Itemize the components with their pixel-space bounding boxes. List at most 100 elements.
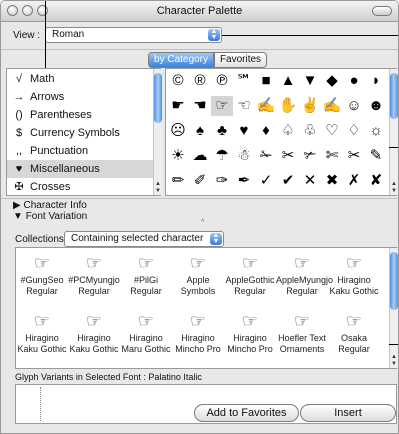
glyph-cell[interactable]: ☃ xyxy=(233,146,255,166)
category-item-crosses[interactable]: ✠ Crosses xyxy=(7,178,153,196)
glyph-cell[interactable]: ▲ xyxy=(277,71,299,91)
glyph-cell[interactable]: ✗ xyxy=(343,171,365,191)
scroll-thumb[interactable] xyxy=(154,73,162,123)
glyph-cell[interactable]: ✍ xyxy=(255,96,277,116)
glyph-cell[interactable]: ☛ xyxy=(167,96,189,116)
font-variation-grid: ☞ Osaka Regular ☞ Hoefler Text Ornaments ☞ Hi… xyxy=(15,247,398,369)
category-item-currency[interactable]: $ Currency Symbols xyxy=(7,124,153,142)
category-item-math[interactable]: √ Math xyxy=(7,70,153,88)
glyph-cell[interactable]: ◗ xyxy=(365,71,387,91)
glyph-cell[interactable]: ✍ xyxy=(321,96,343,116)
tab-by-category[interactable]: by Category xyxy=(148,52,214,68)
font-variant-cell[interactable]: ☞ #PilGi Regular xyxy=(120,251,172,307)
view-popup[interactable]: Roman ▲ ▼ xyxy=(45,27,222,43)
character-info-disclosure[interactable]: ▶ Character Info xyxy=(13,200,87,211)
add-to-favorites-button[interactable]: Add to Favorites xyxy=(194,404,299,422)
glyph-cell[interactable]: ♡ xyxy=(321,121,343,141)
pointing-hand-icon: ☞ xyxy=(293,311,311,331)
font-scrollbar[interactable]: ▲ ▼ xyxy=(389,248,398,368)
glyph-cell[interactable]: ☞ xyxy=(211,96,233,116)
glyph-cell[interactable]: ✁ xyxy=(255,146,277,166)
scroll-thumb[interactable] xyxy=(390,252,398,310)
glyph-cell[interactable]: ✔ xyxy=(277,171,299,191)
glyph-variants-label: Glyph Variants in Selected Font : Palati… xyxy=(15,372,202,382)
glyph-cell[interactable]: ✃ xyxy=(299,146,321,166)
scroll-arrows-icon[interactable]: ▲ ▼ xyxy=(154,181,162,195)
glyph-cell[interactable]: ☀ xyxy=(167,146,189,166)
scroll-arrows-icon[interactable]: ▲ ▼ xyxy=(390,354,398,368)
glyph-cell[interactable]: ☁ xyxy=(189,146,211,166)
font-variant-cell[interactable]: ☞ Hiragino Kaku Gothic xyxy=(16,309,68,365)
toolbar-toggle-button[interactable] xyxy=(372,6,392,16)
glyph-cell[interactable]: ● xyxy=(343,71,365,91)
disclosure-right-icon: ▶ xyxy=(13,200,21,211)
glyph-cell[interactable]: ℗ xyxy=(211,71,233,91)
pointing-hand-icon: ☞ xyxy=(241,253,259,273)
font-variant-cell[interactable]: ☞ Osaka Regular xyxy=(328,309,380,365)
glyph-cell[interactable]: ✏ xyxy=(167,171,189,191)
glyph-cell[interactable]: ✐ xyxy=(189,171,211,191)
glyph-cell[interactable]: ✎ xyxy=(365,146,387,166)
font-variant-cell[interactable]: ☞ Hiragino Kaku Gothic xyxy=(328,251,380,307)
font-variant-cell[interactable]: ☞ #PCMyungjo Regular xyxy=(68,251,120,307)
disclosure-down-icon: ▼ xyxy=(13,211,23,222)
glyph-cell[interactable]: ✂ xyxy=(343,146,365,166)
tab-favorites[interactable]: Favorites xyxy=(214,52,267,68)
font-variant-cell[interactable]: ☞ Hiragino Mincho Pro xyxy=(224,309,276,365)
font-variant-cell[interactable]: ☞ AppleGothic Regular xyxy=(224,251,276,307)
category-item-punctuation[interactable]: ,, Punctuation xyxy=(7,142,153,160)
category-item-parentheses[interactable]: () Parentheses xyxy=(7,106,153,124)
scroll-thumb[interactable] xyxy=(390,73,398,119)
glyph-cell[interactable]: ■ xyxy=(255,71,277,91)
glyph-cell[interactable]: ♤ xyxy=(277,121,299,141)
glyph-cell[interactable]: ✓ xyxy=(255,171,277,191)
glyph-cell[interactable]: ✖ xyxy=(321,171,343,191)
glyph-cell[interactable]: © xyxy=(167,71,189,91)
glyph-cell[interactable]: ☹ xyxy=(167,121,189,141)
collections-popup[interactable]: Containing selected character ▲ ▼ xyxy=(64,231,224,247)
font-variant-cell[interactable]: ☞ #GungSeo Regular xyxy=(16,251,68,307)
pointing-hand-icon: ☞ xyxy=(137,253,155,273)
category-item-arrows[interactable]: → Arrows xyxy=(7,88,153,106)
glyph-cell[interactable]: ♦ xyxy=(255,121,277,141)
font-name: Apple Symbols xyxy=(180,275,216,296)
font-variant-cell[interactable]: ☞ Hoefler Text Ornaments xyxy=(276,309,328,365)
font-name: #GungSeo Regular xyxy=(20,275,64,296)
glyph-cell[interactable]: ♥ xyxy=(233,121,255,141)
glyph-cell[interactable]: ☚ xyxy=(189,96,211,116)
glyph-cell[interactable]: ✋ xyxy=(277,96,299,116)
glyph-cell[interactable]: ☂ xyxy=(211,146,233,166)
font-variant-cell[interactable]: ☞ Apple Symbols xyxy=(172,251,224,307)
glyph-cell[interactable]: ☺ xyxy=(343,96,365,116)
glyph-cell[interactable]: ♧ xyxy=(299,121,321,141)
glyph-cell[interactable]: ® xyxy=(189,71,211,91)
resize-caret-icon[interactable]: ^ xyxy=(201,219,204,226)
cross-icon: ✠ xyxy=(14,181,24,193)
font-variant-cell[interactable]: ☞ Hiragino Maru Gothic xyxy=(120,309,172,365)
glyph-cell[interactable]: ✕ xyxy=(299,171,321,191)
glyph-cell[interactable]: ☼ xyxy=(365,121,387,141)
font-variant-cell[interactable]: ☞ AppleMyungjo Regular xyxy=(276,251,333,307)
font-variation-disclosure[interactable]: ▼ Font Variation xyxy=(13,211,87,222)
category-scrollbar[interactable]: ▲ ▼ xyxy=(153,69,162,195)
glyph-scrollbar[interactable]: ▲ ▼ xyxy=(389,69,398,195)
glyph-cell[interactable]: ◆ xyxy=(321,71,343,91)
glyph-cell[interactable]: ☜ xyxy=(233,96,255,116)
glyph-cell[interactable]: ✌ xyxy=(299,96,321,116)
glyph-cell[interactable]: ✂ xyxy=(277,146,299,166)
glyph-cell[interactable]: ✘ xyxy=(365,171,387,191)
font-variant-cell[interactable]: ☞ Hiragino Mincho Pro xyxy=(172,309,224,365)
glyph-cell[interactable]: ✄ xyxy=(321,146,343,166)
scroll-arrows-icon[interactable]: ▲ ▼ xyxy=(390,181,398,195)
glyph-cell[interactable]: ▼ xyxy=(299,71,321,91)
glyph-cell[interactable]: ✒ xyxy=(233,171,255,191)
font-variant-cell[interactable]: ☞ Hiragino Kaku Gothic xyxy=(68,309,120,365)
category-item-miscellaneous[interactable]: ♥ Miscellaneous xyxy=(7,160,153,178)
glyph-cell[interactable]: ✑ xyxy=(211,171,233,191)
insert-button[interactable]: Insert xyxy=(300,404,396,422)
glyph-cell[interactable]: ♣ xyxy=(211,121,233,141)
glyph-cell[interactable]: ℠ xyxy=(233,71,255,91)
glyph-cell[interactable]: ☻ xyxy=(365,96,387,116)
glyph-cell[interactable]: ♢ xyxy=(343,121,365,141)
glyph-cell[interactable]: ♠ xyxy=(189,121,211,141)
